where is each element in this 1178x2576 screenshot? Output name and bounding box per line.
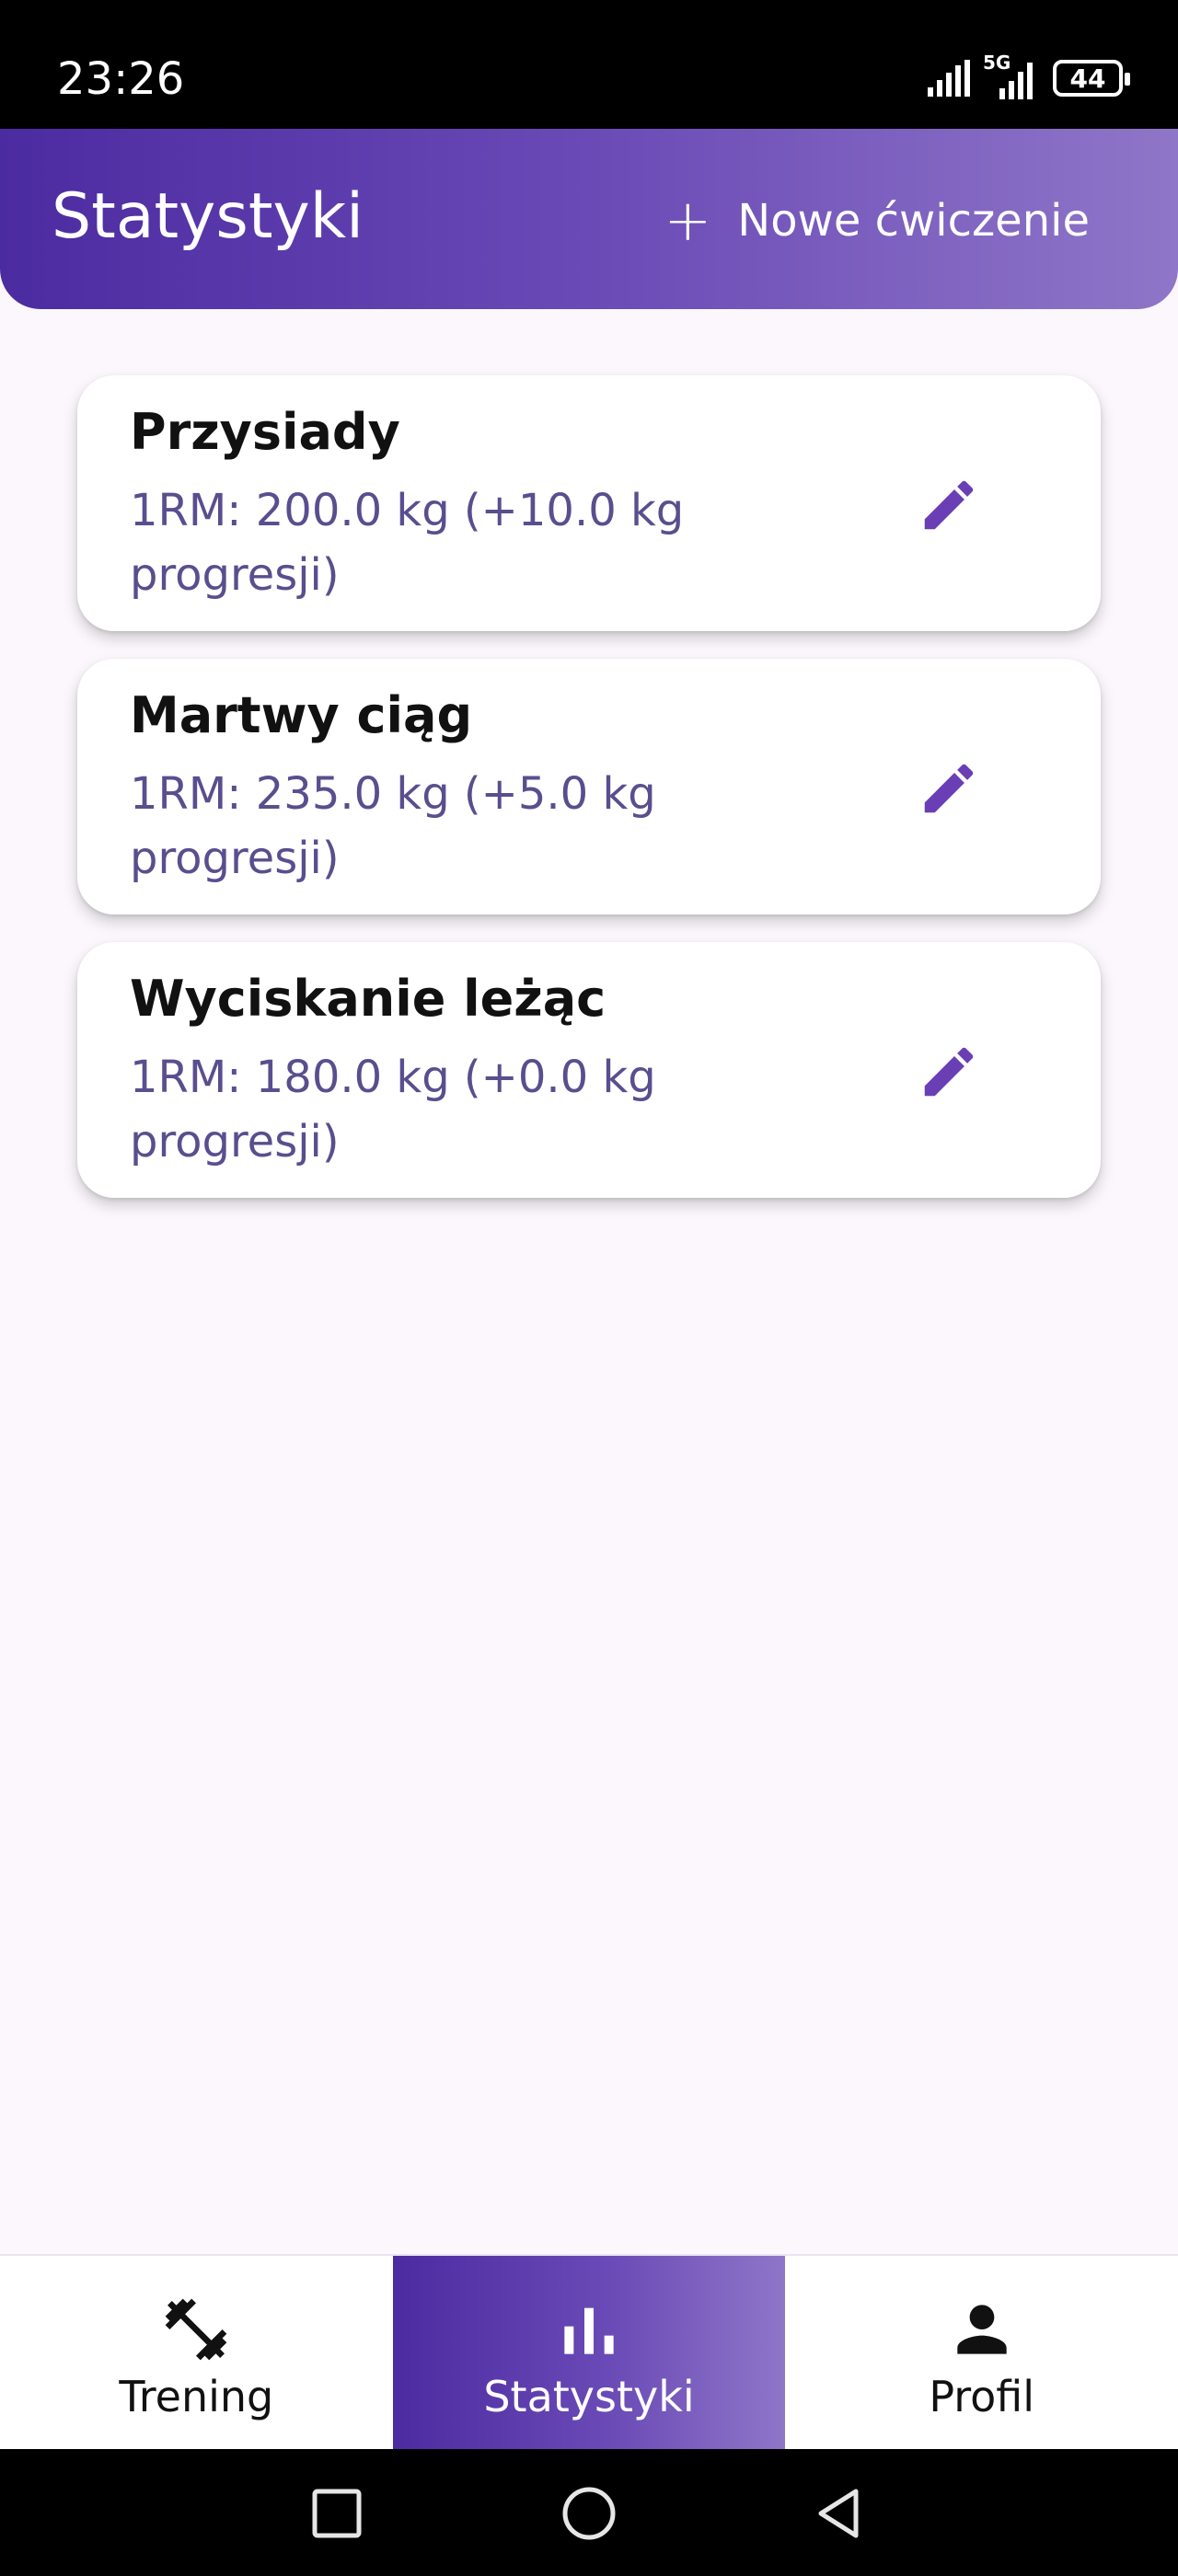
status-icons: 5G 44	[926, 52, 1130, 101]
exercise-stat: 1RM: 235.0 kg (+5.0 kg progresji)	[130, 768, 656, 884]
battery-level: 44	[1069, 63, 1106, 94]
nav-item-statystyki[interactable]: Statystyki	[392, 2256, 786, 2449]
nav-label-trening: Trening	[119, 2372, 274, 2421]
status-bar: 23:26 5G 44	[0, 0, 1178, 129]
exercise-card[interactable]: Martwy ciąg 1RM: 235.0 kg (+5.0 kg progr…	[77, 659, 1101, 914]
edit-icon[interactable]	[917, 756, 981, 821]
plus-icon: +	[664, 187, 712, 254]
system-nav-bar	[0, 2449, 1178, 2576]
edit-icon[interactable]	[917, 1040, 981, 1104]
exercise-stat: 1RM: 200.0 kg (+10.0 kg progresji)	[130, 485, 685, 601]
new-exercise-label: Nowe ćwiczenie	[737, 195, 1090, 247]
exercise-name: Wyciskanie leżąc	[130, 970, 606, 1028]
bar-chart-icon	[564, 2307, 614, 2354]
recents-icon[interactable]	[307, 2484, 366, 2543]
exercise-stat: 1RM: 180.0 kg (+0.0 kg progresji)	[130, 1052, 656, 1167]
signal-5g-icon: 5G	[983, 52, 1040, 99]
nav-label-statystyki: Statystyki	[483, 2372, 695, 2421]
person-icon	[957, 2305, 1007, 2354]
status-time: 23:26	[57, 53, 185, 105]
home-icon[interactable]	[560, 2484, 618, 2543]
edit-icon[interactable]	[917, 473, 981, 537]
page-title: Statystyki	[52, 180, 364, 253]
signal-icon	[928, 60, 970, 97]
exercise-card[interactable]: Przysiady 1RM: 200.0 kg (+10.0 kg progre…	[77, 375, 1101, 631]
back-icon[interactable]	[810, 2484, 869, 2543]
nav-item-trening[interactable]: Trening	[0, 2256, 393, 2449]
app-bar: Statystyki + Nowe ćwiczenie	[0, 129, 1178, 309]
battery-icon: 44	[1053, 60, 1130, 97]
exercise-name: Przysiady	[130, 403, 400, 461]
bottom-nav: Trening Statystyki Profil	[0, 2254, 1178, 2449]
dumbbell-icon	[165, 2298, 227, 2361]
exercise-name: Martwy ciąg	[130, 686, 473, 744]
nav-label-profil: Profil	[929, 2372, 1035, 2421]
exercise-card[interactable]: Wyciskanie leżąc 1RM: 180.0 kg (+0.0 kg …	[77, 942, 1101, 1198]
nav-item-profil[interactable]: Profil	[785, 2256, 1178, 2449]
new-exercise-button[interactable]: + Nowe ćwiczenie	[664, 184, 1090, 258]
